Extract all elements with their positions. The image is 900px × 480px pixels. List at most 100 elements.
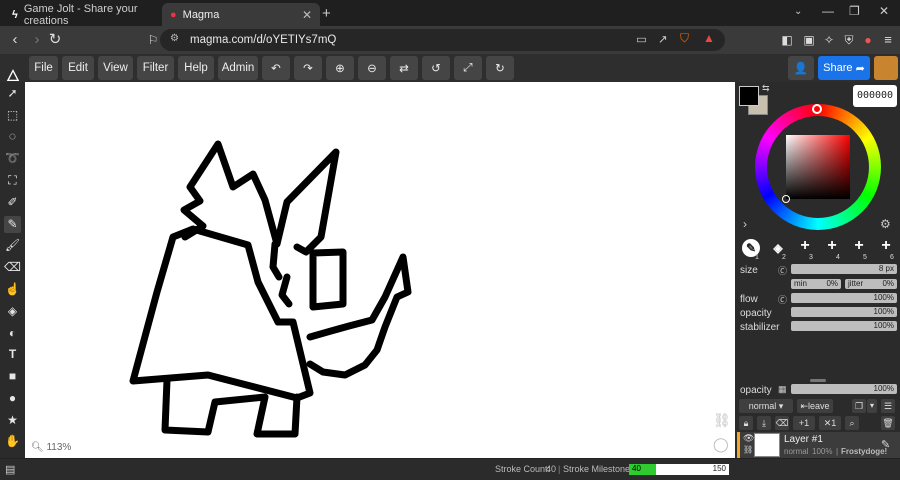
primary-color-swatch[interactable] — [739, 86, 759, 106]
hue-ring[interactable] — [755, 104, 881, 230]
flow-pressure-icon[interactable]: 🄫 — [778, 293, 787, 306]
panel-resize-handle[interactable] — [810, 379, 826, 382]
brush-icon[interactable]: 🖌 — [4, 237, 21, 254]
new-tab-icon[interactable]: + — [322, 5, 331, 22]
min-slider[interactable]: min 0% — [791, 279, 841, 289]
add-layer-button[interactable]: +1 — [793, 416, 815, 430]
leave-button[interactable]: ⇤leave — [797, 399, 833, 413]
edit-layer-icon[interactable]: ✎ — [881, 438, 890, 451]
jitter-slider[interactable]: jitter 0% — [845, 279, 897, 289]
minimize-icon[interactable]: — — [822, 4, 834, 18]
zoom-in-button[interactable]: ⊕ — [326, 56, 354, 80]
pencil-icon[interactable]: ✎ — [4, 216, 21, 233]
menu-view[interactable]: View — [98, 56, 133, 80]
color-picker-handle[interactable] — [782, 195, 790, 203]
layer-menu-button[interactable]: ▾ — [867, 399, 877, 413]
rectangle-tool-icon[interactable]: ■ — [4, 368, 21, 385]
add-user-button[interactable]: 👤 — [788, 56, 814, 80]
tab-gamejolt[interactable]: ϟ Game Jolt - Share your creations — [4, 3, 160, 27]
sidebar-icon[interactable]: ◧ — [778, 31, 796, 49]
blend-mode-select[interactable]: normal ▾ — [739, 399, 793, 413]
layer-search-button[interactable]: ⌕ — [845, 416, 859, 430]
lasso-icon[interactable]: ➰ — [4, 150, 21, 167]
profile-icon[interactable]: ● — [859, 31, 877, 49]
menu-file[interactable]: File — [29, 56, 58, 80]
expand-chevron-icon[interactable]: › — [743, 217, 747, 231]
browser-menu-icon[interactable]: ≡ — [879, 31, 897, 49]
clear-layer-button[interactable]: ⌫ — [775, 416, 789, 430]
tab-search-icon[interactable]: ⌄ — [794, 6, 802, 17]
leo-ai-icon[interactable]: ✧ — [820, 31, 838, 49]
paint-bucket-icon[interactable]: ◈ — [4, 303, 21, 320]
rect-select-icon[interactable]: ⬚ — [4, 107, 21, 124]
drawing-canvas[interactable]: ⛓ ◯ 🔍︎ 113% — [25, 82, 735, 458]
filmstrip-icon[interactable]: ▤ — [5, 463, 15, 476]
tab-magma[interactable]: ● Magma ✕ — [162, 3, 320, 26]
menu-help[interactable]: Help — [178, 56, 214, 80]
back-icon[interactable]: ‹ — [6, 31, 24, 49]
menu-admin[interactable]: Admin — [218, 56, 258, 80]
brave-rewards-icon[interactable]: ▲ — [703, 31, 715, 45]
ellipse-select-icon[interactable]: ◌ — [4, 128, 21, 145]
brush-slot-3[interactable]: + — [796, 237, 814, 255]
menu-edit[interactable]: Edit — [62, 56, 94, 80]
site-info-icon[interactable]: ⚙ — [170, 33, 179, 44]
link-icon[interactable]: ⛓ — [713, 412, 731, 429]
wallet-icon[interactable]: ▣ — [800, 31, 818, 49]
lock-layer-button[interactable]: 🔒︎ — [739, 416, 753, 430]
smudge-icon[interactable]: ☝ — [4, 281, 21, 298]
rotate-right-button[interactable]: ↻ — [486, 56, 514, 80]
gradient-icon[interactable]: ◐ — [4, 325, 21, 342]
close-tab-icon[interactable]: ✕ — [302, 8, 312, 22]
color-settings-icon[interactable]: ⚙ — [880, 217, 891, 231]
delete-layer-button[interactable]: 🗑︎ — [881, 416, 895, 430]
hue-handle[interactable] — [812, 104, 822, 114]
brush-slot-4[interactable]: + — [823, 237, 841, 255]
restore-icon[interactable]: ❐ — [849, 4, 860, 18]
merge-down-button[interactable]: ⤓ — [757, 416, 771, 430]
brush-slot-5[interactable]: + — [850, 237, 868, 255]
flow-slider[interactable]: 100% — [791, 293, 897, 303]
move-tool-icon[interactable]: ➚ — [4, 85, 21, 102]
saturation-square[interactable] — [786, 135, 850, 199]
visibility-icon[interactable]: 👁︎ — [743, 433, 754, 444]
remove-layer-button[interactable]: ✕1 — [819, 416, 841, 430]
eyedropper-icon[interactable]: ✐ — [4, 194, 21, 211]
transform-icon[interactable]: ⛶ — [4, 172, 21, 189]
shape-tool-icon[interactable]: ★ — [4, 412, 21, 429]
fullscreen-button[interactable]: ⤢ — [454, 56, 482, 80]
share-button[interactable]: Share ➦ — [818, 56, 870, 80]
cast-icon[interactable]: ▭ — [636, 32, 647, 46]
brave-shields-icon[interactable]: ⛉ — [680, 31, 689, 46]
opacity-slider[interactable]: 100% — [791, 307, 897, 317]
layer-opacity-slider[interactable]: 100% — [791, 384, 897, 394]
chat-icon[interactable]: ◯ — [713, 436, 729, 453]
eraser-icon[interactable]: ⌫ — [4, 259, 21, 276]
hex-color-field[interactable]: 000000 — [853, 85, 897, 107]
stabilizer-slider[interactable]: 100% — [791, 321, 897, 331]
hand-tool-icon[interactable]: ✋ — [4, 433, 21, 450]
url-field[interactable]: ⚙ magma.com/d/oYETIYs7mQ ▭ ↗ ⛉ ▲ — [160, 29, 725, 51]
share-page-icon[interactable]: ↗ — [658, 32, 668, 46]
avatar[interactable] — [874, 56, 898, 80]
menu-filter[interactable]: Filter — [137, 56, 174, 80]
swap-colors-icon[interactable]: ⇆ — [762, 83, 770, 94]
undo-button[interactable]: ↶ — [262, 56, 290, 80]
brush-slot-6[interactable]: + — [877, 237, 895, 255]
vpn-icon[interactable]: ⛨ — [840, 31, 858, 49]
rotate-left-button[interactable]: ↺ — [422, 56, 450, 80]
layer-settings-button[interactable]: ☰ — [881, 399, 895, 413]
layer-copy-button[interactable]: ❐ — [852, 399, 866, 413]
size-slider[interactable]: 8 px — [791, 264, 897, 274]
redo-button[interactable]: ↷ — [294, 56, 322, 80]
reload-icon[interactable]: ↻ — [46, 31, 64, 49]
close-window-icon[interactable]: ✕ — [879, 4, 889, 18]
layer-row[interactable]: 👁︎ ⛓ Layer #1 normal 100% | Frostydoge! … — [737, 432, 900, 458]
ellipse-tool-icon[interactable]: ● — [4, 390, 21, 407]
zoom-out-button[interactable]: ⊖ — [358, 56, 386, 80]
text-tool-icon[interactable]: T — [4, 346, 21, 363]
pressure-icon[interactable]: 🄫 — [778, 264, 787, 277]
forward-icon[interactable]: › — [28, 31, 46, 49]
flip-button[interactable]: ⇄ — [390, 56, 418, 80]
layer-lock-icon[interactable]: ⛓ — [743, 445, 753, 454]
